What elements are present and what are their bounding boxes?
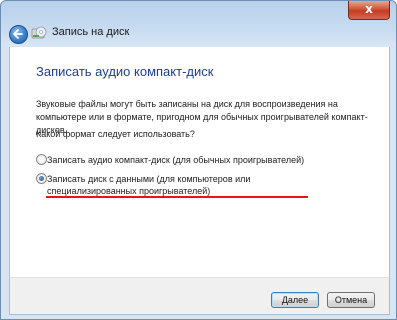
- audio-cd-option-label: Записать аудио компакт-диск (для обычных…: [47, 155, 305, 165]
- disc-burn-icon: [31, 25, 47, 41]
- radio-button-icon[interactable]: [36, 173, 47, 184]
- back-arrow-icon: [13, 29, 23, 39]
- back-button[interactable]: [9, 25, 28, 44]
- close-button[interactable]: x: [348, 1, 390, 20]
- window-title: Запись на диск: [52, 26, 130, 38]
- red-annotation-line: [46, 196, 308, 198]
- radio-button-icon[interactable]: [36, 154, 47, 165]
- button-bar: Далее Отмена: [9, 277, 390, 315]
- close-icon: x: [365, 2, 373, 16]
- title-bar: x Запись на диск: [1, 1, 396, 47]
- format-question: Какой формат следует использовать?: [36, 129, 195, 139]
- cancel-button[interactable]: Отмена: [327, 292, 375, 308]
- page-heading: Записать аудио компакт-диск: [36, 64, 214, 79]
- next-button[interactable]: Далее: [271, 292, 319, 308]
- burn-disc-dialog: x Запись на диск Записать аудио компакт-…: [0, 0, 397, 320]
- data-disc-option-label: Записать диск с данными (для компьютеров…: [47, 174, 251, 196]
- content-panel: Записать аудио компакт-диск Звуковые фай…: [9, 47, 390, 277]
